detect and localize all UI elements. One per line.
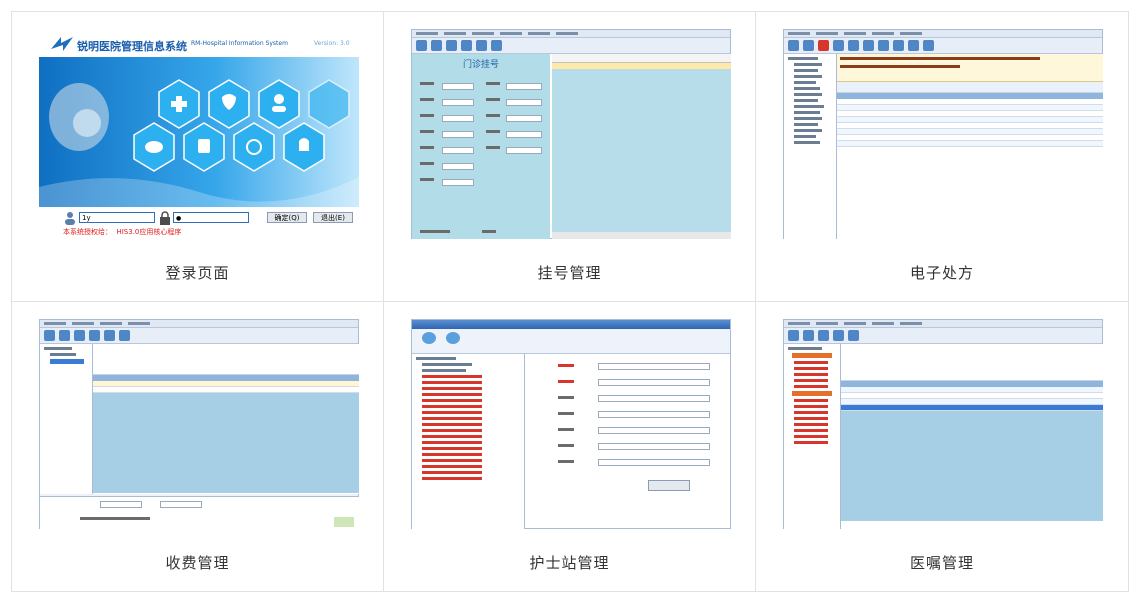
brand-title: 锐明医院管理信息系统	[77, 40, 187, 53]
caption-billing: 收费管理	[165, 554, 230, 572]
module-card-prescription[interactable]: 电子处方	[756, 12, 1129, 302]
version-label: Version: 3.0	[314, 40, 350, 47]
register-form-title: 门诊挂号	[462, 60, 499, 70]
brand-subtitle: RM-Hospital Information System	[191, 40, 288, 47]
password-input[interactable]: ●	[173, 212, 249, 223]
login-header: 锐明医院管理信息系统 RM-Hospital Information Syste…	[39, 29, 359, 57]
logo-icon	[51, 37, 73, 51]
module-card-orders[interactable]: 医嘱管理	[756, 302, 1129, 592]
caption-login: 登录页面	[165, 264, 230, 282]
orders-screenshot[interactable]	[783, 319, 1103, 529]
billing-screenshot[interactable]	[39, 319, 359, 529]
login-exit-button[interactable]: 退出(E)	[313, 212, 353, 223]
module-gallery: 锐明医院管理信息系统 RM-Hospital Information Syste…	[11, 11, 1129, 592]
login-form: 1y ● 确定(Q) 退出(E) 本系统授权给： HIS3.0应用核心程序	[39, 207, 359, 239]
caption-nurse: 护士站管理	[529, 554, 610, 572]
login-screenshot[interactable]: 锐明医院管理信息系统 RM-Hospital Information Syste…	[39, 29, 359, 239]
register-form-panel: 门诊挂号	[412, 54, 550, 239]
register-list-panel	[552, 54, 731, 239]
lock-icon	[160, 211, 170, 225]
user-icon	[65, 212, 75, 225]
login-ok-button[interactable]: 确定(Q)	[267, 212, 307, 223]
username-input[interactable]: 1y	[79, 212, 155, 223]
license-text: 本系统授权给： HIS3.0应用核心程序	[63, 228, 182, 236]
caption-prescription: 电子处方	[909, 264, 974, 282]
module-card-billing[interactable]: 收费管理	[12, 302, 384, 592]
username-value: 1y	[82, 214, 91, 222]
login-banner	[39, 57, 359, 207]
caption-orders: 医嘱管理	[909, 554, 974, 572]
module-card-nurse[interactable]: 护士站管理	[384, 302, 756, 592]
module-card-register[interactable]: 门诊挂号 挂号管理	[384, 12, 756, 302]
register-screenshot[interactable]: 门诊挂号	[411, 29, 731, 239]
prescription-screenshot[interactable]	[783, 29, 1103, 239]
hexagon-icons-graphic	[39, 79, 359, 207]
nurse-screenshot[interactable]	[411, 319, 731, 529]
caption-register: 挂号管理	[537, 264, 602, 282]
password-value: ●	[176, 215, 182, 222]
module-card-login[interactable]: 锐明医院管理信息系统 RM-Hospital Information Syste…	[12, 12, 384, 302]
